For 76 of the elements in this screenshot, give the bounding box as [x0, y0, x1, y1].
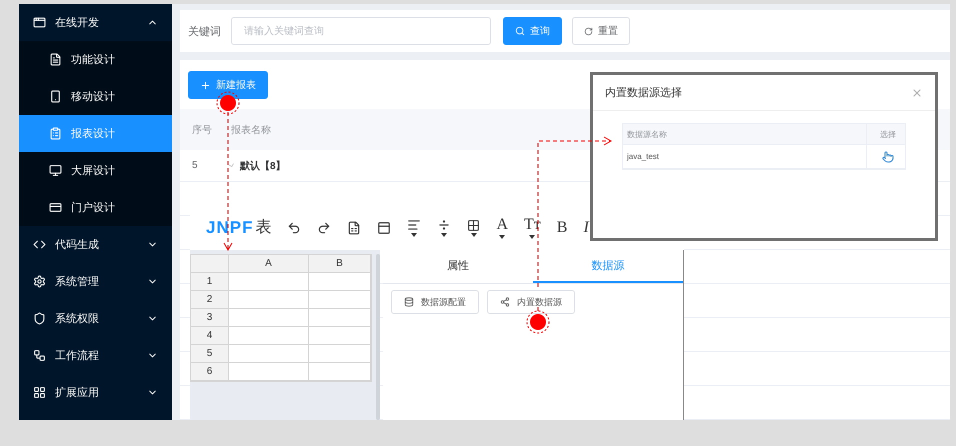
- row-header: 6: [191, 363, 229, 381]
- column-header: B: [309, 255, 371, 273]
- grid-cell[interactable]: [309, 291, 371, 309]
- redo-button[interactable]: [317, 220, 332, 234]
- grid-cell[interactable]: [229, 273, 309, 291]
- menu-icon: [49, 127, 62, 140]
- row-header: 1: [191, 273, 229, 291]
- refresh-icon: [584, 26, 593, 36]
- grid-cell[interactable]: [229, 327, 309, 345]
- menu-icon: [33, 386, 46, 399]
- sidebar-item[interactable]: 系统权限: [19, 300, 172, 337]
- row-header: 3: [191, 309, 229, 327]
- sidebar-item[interactable]: 代码生成: [19, 226, 172, 263]
- menu-icon: [49, 53, 62, 66]
- sidebar-item[interactable]: 扩展应用: [19, 374, 172, 411]
- sidebar-subitem[interactable]: 功能设计: [19, 41, 172, 78]
- sidebar-subitem[interactable]: 门户设计: [19, 189, 172, 226]
- export-button[interactable]: [347, 220, 362, 234]
- sidebar-item[interactable]: 系统管理: [19, 263, 172, 300]
- reset-button[interactable]: 重置: [572, 17, 630, 45]
- keyword-label: 关键词: [188, 24, 221, 38]
- menu-icon: [33, 275, 46, 288]
- table-cell-text: 5: [191, 160, 199, 171]
- share-icon: [500, 297, 510, 307]
- grid-cell[interactable]: [229, 345, 309, 363]
- group-name: 默认【8】: [238, 160, 287, 172]
- click-marker: [526, 310, 550, 334]
- row-header: 4: [191, 327, 229, 345]
- click-marker: [216, 92, 240, 114]
- format-button[interactable]: A: [496, 216, 508, 239]
- menu-icon: [33, 16, 46, 29]
- table-cell-text: java_test: [626, 151, 660, 163]
- plus-icon: [200, 80, 211, 90]
- row-header: 5: [191, 345, 229, 363]
- sidebar-subitem[interactable]: 大屏设计: [19, 152, 172, 189]
- column-header: A: [229, 255, 309, 273]
- grid-cell[interactable]: [229, 291, 309, 309]
- column-header: 选择: [866, 124, 905, 144]
- builtin-datasource-button[interactable]: 内置数据源: [487, 290, 575, 314]
- menu-icon: [49, 90, 62, 103]
- logo-suffix: 表: [255, 218, 272, 238]
- grid-cell[interactable]: [309, 345, 371, 363]
- menu-icon: [49, 201, 62, 214]
- close-icon[interactable]: [911, 86, 923, 98]
- row-header: 2: [191, 291, 229, 309]
- border-button[interactable]: [467, 218, 480, 236]
- undo-button[interactable]: [287, 220, 302, 234]
- panel-tab[interactable]: 属性: [383, 250, 533, 283]
- logo: JNPF: [206, 218, 254, 238]
- grid-cell[interactable]: [309, 363, 371, 381]
- database-icon: [404, 297, 414, 307]
- grid-cell[interactable]: [229, 309, 309, 327]
- grid-cell[interactable]: [309, 327, 371, 345]
- column-header: 数据源名称: [626, 128, 668, 140]
- pointer-icon[interactable]: [882, 150, 894, 162]
- sidebar-item[interactable]: 在线开发: [19, 4, 172, 41]
- menu-icon: [33, 349, 46, 362]
- grid-cell[interactable]: [309, 309, 371, 327]
- column-header: 序号: [191, 124, 213, 136]
- search-icon: [515, 26, 525, 36]
- valign-button[interactable]: [437, 218, 452, 237]
- align-button[interactable]: [407, 218, 422, 237]
- sidebar-subitem[interactable]: 移动设计: [19, 78, 172, 115]
- dialog-title: 内置数据源选择: [605, 86, 682, 100]
- format-button[interactable]: B: [556, 218, 568, 236]
- format-button[interactable]: I: [583, 218, 589, 236]
- sidebar-item[interactable]: 工作流程: [19, 337, 172, 374]
- freeze-button[interactable]: [377, 220, 392, 234]
- column-header: 报表名称: [230, 124, 272, 136]
- search-field[interactable]: 请输入关键词查询: [231, 17, 491, 45]
- grid-cell[interactable]: [309, 273, 371, 291]
- grid-cell[interactable]: [229, 363, 309, 381]
- datasource-config-button[interactable]: 数据源配置: [391, 290, 479, 314]
- menu-icon: [33, 312, 46, 325]
- menu-icon: [49, 164, 62, 177]
- menu-icon: [33, 238, 46, 251]
